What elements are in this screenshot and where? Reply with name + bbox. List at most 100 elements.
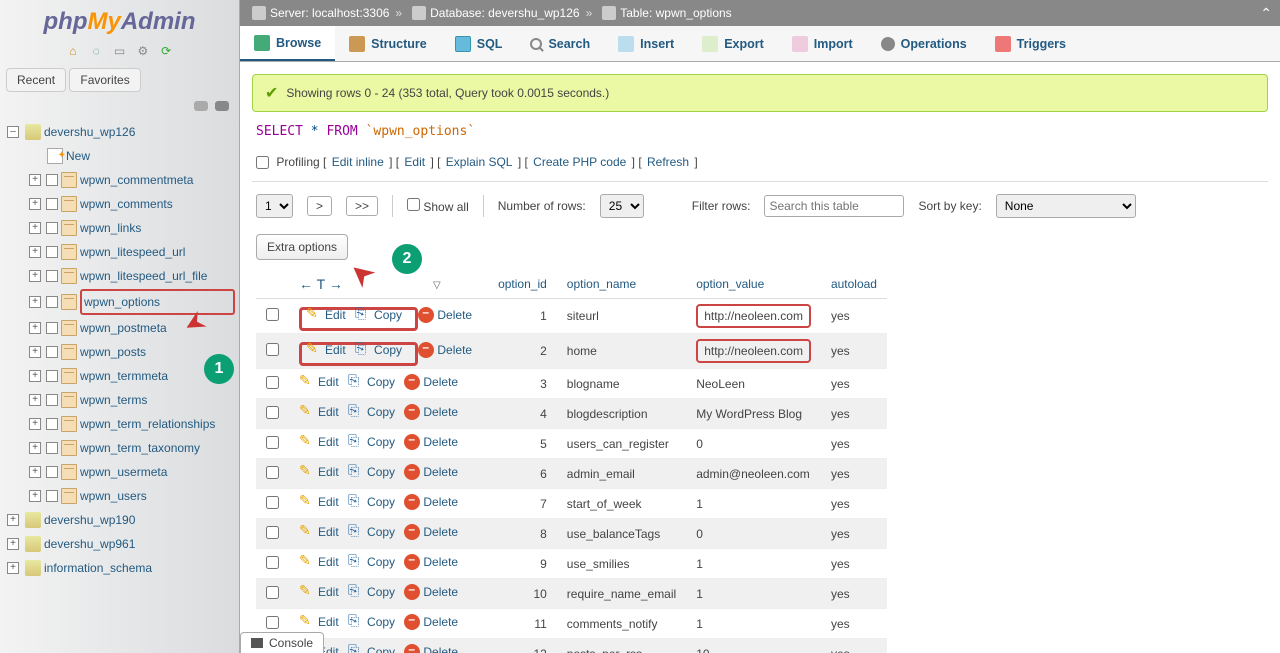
delete-button[interactable]: Delete: [404, 554, 458, 570]
cell-autoload[interactable]: yes: [821, 519, 887, 549]
browse-icon[interactable]: [46, 442, 58, 454]
browse-icon[interactable]: [46, 466, 58, 478]
cell-option-id[interactable]: 2: [488, 334, 557, 369]
browse-icon[interactable]: [46, 418, 58, 430]
cell-option-value[interactable]: 0: [686, 429, 821, 459]
expand-icon[interactable]: +: [7, 562, 19, 574]
row-checkbox[interactable]: [266, 496, 279, 509]
expand-icon[interactable]: +: [29, 370, 41, 382]
copy-button[interactable]: Copy: [348, 554, 395, 570]
row-checkbox[interactable]: [266, 436, 279, 449]
delete-button[interactable]: Delete: [404, 644, 458, 653]
db-node[interactable]: devershu_wp961: [44, 533, 235, 555]
delete-button[interactable]: Delete: [404, 524, 458, 540]
cell-option-name[interactable]: siteurl: [557, 299, 686, 334]
browse-icon[interactable]: [46, 346, 58, 358]
tab-insert[interactable]: Insert: [604, 26, 688, 61]
bc-server-link[interactable]: localhost:3306: [312, 6, 389, 20]
browse-icon[interactable]: [46, 246, 58, 258]
collapse-icon[interactable]: [194, 101, 208, 111]
edit-button[interactable]: Edit: [299, 464, 339, 480]
show-all-checkbox[interactable]: [407, 198, 420, 211]
delete-button[interactable]: Delete: [404, 374, 458, 390]
cell-autoload[interactable]: yes: [821, 299, 887, 334]
logout-icon[interactable]: ◌: [88, 44, 104, 60]
tab-triggers[interactable]: Triggers: [981, 26, 1080, 61]
cell-option-id[interactable]: 6: [488, 459, 557, 489]
browse-icon[interactable]: [46, 490, 58, 502]
cell-autoload[interactable]: yes: [821, 549, 887, 579]
tab-export[interactable]: Export: [688, 26, 778, 61]
explain-sql-link[interactable]: Explain SQL: [446, 155, 513, 169]
cell-option-value[interactable]: 0: [686, 519, 821, 549]
browse-icon[interactable]: [46, 370, 58, 382]
refresh-link[interactable]: Refresh: [647, 155, 689, 169]
create-php-link[interactable]: Create PHP code: [533, 155, 626, 169]
cell-option-value[interactable]: http://neoleen.com: [686, 334, 821, 369]
delete-button[interactable]: Delete: [404, 464, 458, 480]
cell-option-name[interactable]: users_can_register: [557, 429, 686, 459]
edit-button[interactable]: Edit: [299, 584, 339, 600]
cell-autoload[interactable]: yes: [821, 369, 887, 399]
cell-option-id[interactable]: 11: [488, 609, 557, 639]
edit-button[interactable]: Edit: [299, 524, 339, 540]
edit-button[interactable]: Edit: [306, 307, 346, 323]
cell-option-name[interactable]: require_name_email: [557, 579, 686, 609]
table-node[interactable]: wpwn_comments: [80, 193, 235, 215]
delete-button[interactable]: Delete: [418, 307, 472, 323]
edit-button[interactable]: Edit: [306, 342, 346, 358]
home-icon[interactable]: ⌂: [65, 44, 81, 60]
tab-structure[interactable]: Structure: [335, 26, 441, 61]
new-table-link[interactable]: New: [66, 145, 235, 167]
expand-icon[interactable]: +: [7, 514, 19, 526]
table-node[interactable]: wpwn_litespeed_url_file: [80, 265, 235, 287]
cell-option-id[interactable]: 3: [488, 369, 557, 399]
cell-autoload[interactable]: yes: [821, 334, 887, 369]
cell-autoload[interactable]: yes: [821, 579, 887, 609]
copy-button[interactable]: Copy: [348, 434, 395, 450]
expand-icon[interactable]: +: [7, 538, 19, 550]
next-page-button[interactable]: >: [307, 196, 332, 216]
cell-option-id[interactable]: 5: [488, 429, 557, 459]
extra-options-button[interactable]: Extra options: [256, 234, 348, 260]
edit-button[interactable]: Edit: [299, 404, 339, 420]
cell-option-value[interactable]: My WordPress Blog: [686, 399, 821, 429]
row-checkbox[interactable]: [266, 586, 279, 599]
expand-icon[interactable]: +: [29, 346, 41, 358]
cell-autoload[interactable]: yes: [821, 399, 887, 429]
edit-button[interactable]: Edit: [299, 374, 339, 390]
cell-option-value[interactable]: 1: [686, 609, 821, 639]
table-node[interactable]: wpwn_term_relationships: [80, 413, 235, 435]
cell-autoload[interactable]: yes: [821, 639, 887, 653]
cell-option-id[interactable]: 1: [488, 299, 557, 334]
browse-icon[interactable]: [46, 222, 58, 234]
cell-option-name[interactable]: comments_notify: [557, 609, 686, 639]
cell-option-id[interactable]: 4: [488, 399, 557, 429]
tab-search[interactable]: Search: [516, 26, 604, 61]
tab-sql[interactable]: SQL: [441, 26, 517, 61]
delete-button[interactable]: Delete: [404, 434, 458, 450]
link-icon[interactable]: [215, 101, 229, 111]
last-page-button[interactable]: >>: [346, 196, 378, 216]
copy-button[interactable]: Copy: [348, 464, 395, 480]
copy-button[interactable]: Copy: [348, 614, 395, 630]
expand-icon[interactable]: +: [29, 198, 41, 210]
cell-option-id[interactable]: 7: [488, 489, 557, 519]
edit-query-link[interactable]: Edit: [404, 155, 425, 169]
num-rows-select[interactable]: 25: [600, 194, 644, 218]
expand-icon[interactable]: +: [29, 270, 41, 282]
edit-button[interactable]: Edit: [299, 614, 339, 630]
cell-option-id[interactable]: 12: [488, 639, 557, 653]
edit-button[interactable]: Edit: [299, 434, 339, 450]
sort-select[interactable]: None: [996, 194, 1136, 218]
table-node[interactable]: wpwn_commentmeta: [80, 169, 235, 191]
row-checkbox[interactable]: [266, 406, 279, 419]
expand-icon[interactable]: +: [29, 442, 41, 454]
cell-option-value[interactable]: 1: [686, 549, 821, 579]
col-autoload[interactable]: autoload: [831, 277, 877, 291]
cell-option-value[interactable]: NeoLeen: [686, 369, 821, 399]
cell-option-name[interactable]: use_smilies: [557, 549, 686, 579]
row-checkbox[interactable]: [266, 616, 279, 629]
copy-button[interactable]: Copy: [348, 404, 395, 420]
expand-icon[interactable]: +: [29, 466, 41, 478]
